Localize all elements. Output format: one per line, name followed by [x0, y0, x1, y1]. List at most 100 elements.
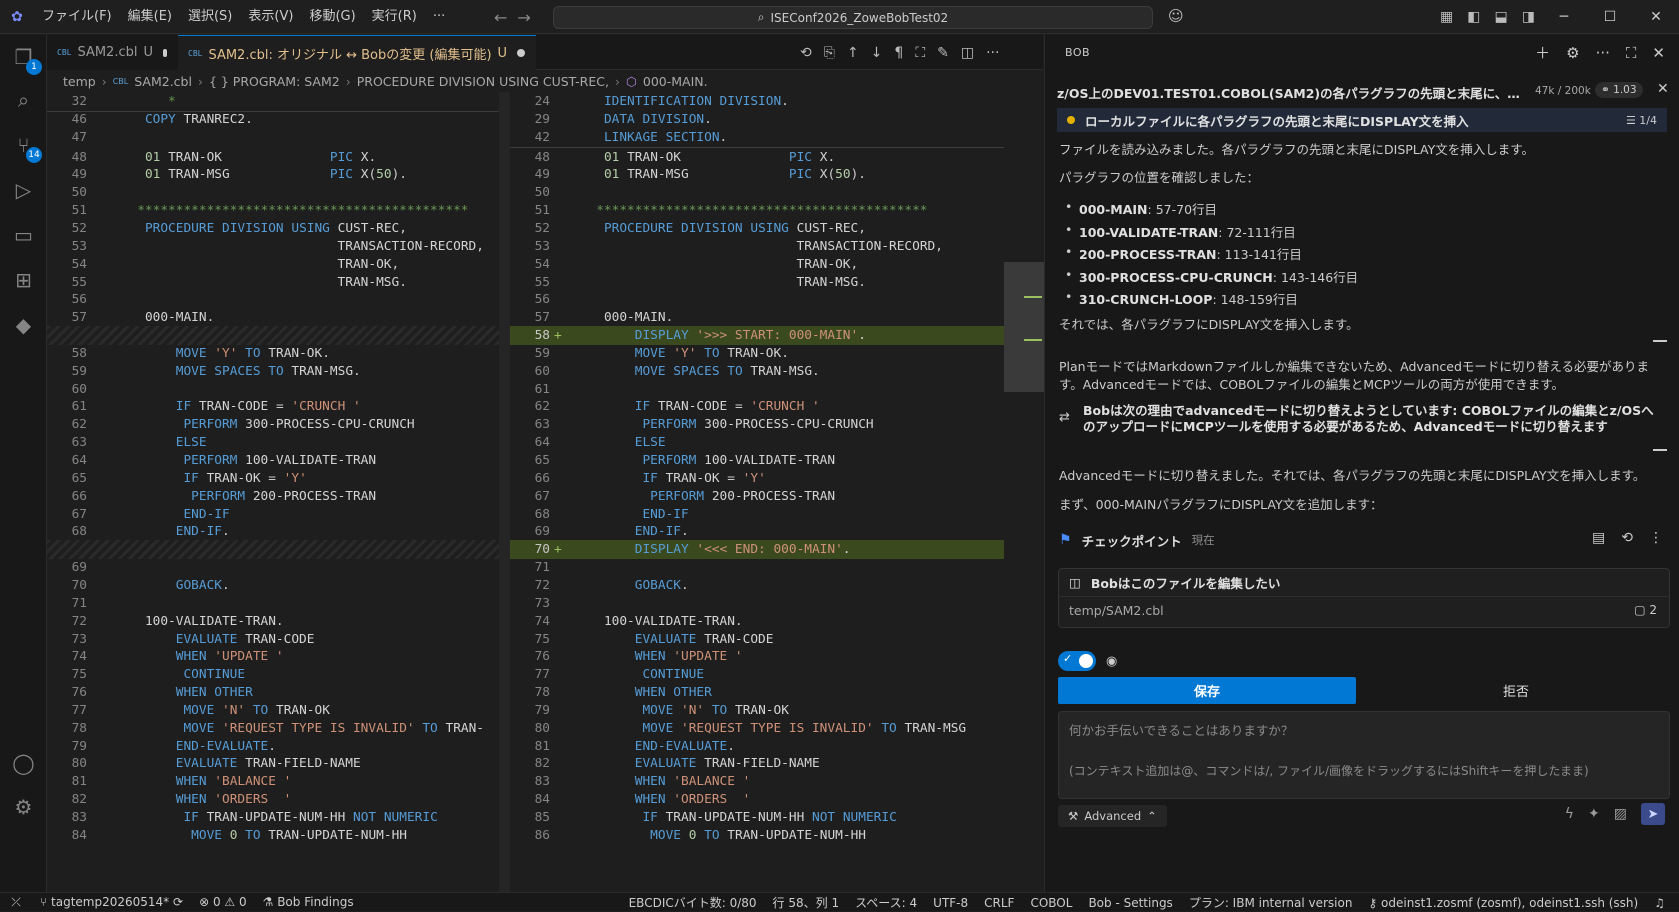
code-line[interactable]: 74 100-VALIDATE-TRAN. [510, 612, 1004, 631]
code-line[interactable]: 64 PERFORM 100-VALIDATE-TRAN [47, 451, 499, 470]
code-line[interactable]: 74 WHEN 'UPDATE ' [47, 647, 499, 666]
connection-status[interactable]: ⚷ odeinst1.zosmf (zosmf), odeinst1.ssh (… [1360, 896, 1646, 910]
code-line[interactable]: 57 000-MAIN. [510, 308, 1004, 327]
code-line[interactable]: 69 END-IF. [510, 522, 1004, 541]
code-line[interactable]: 49 01 TRAN-MSG PIC X(50). [47, 165, 499, 184]
notifications-bell-icon[interactable]: ♫ [1646, 896, 1673, 910]
whitespace-icon[interactable]: ¶ [894, 45, 903, 61]
code-line[interactable]: 82 WHEN 'ORDERS ' [47, 790, 499, 809]
code-line[interactable]: 47 [47, 128, 499, 147]
code-line[interactable] [47, 326, 499, 346]
code-line[interactable]: 55 TRAN-MSG. [510, 273, 1004, 292]
explorer-icon[interactable]: ❐ 1 [0, 37, 47, 77]
map-icon[interactable]: ⛶ [915, 45, 925, 61]
command-center-search[interactable]: ⌕ ISEConf2026_ZoweBobTest02 [553, 6, 1153, 29]
code-line[interactable]: 24 IDENTIFICATION DIVISION. [510, 92, 1004, 111]
code-line[interactable]: 52 PROCEDURE DIVISION USING CUST-REC, [510, 219, 1004, 238]
open-file-icon[interactable]: ⎘ [824, 45, 835, 61]
previous-change-icon[interactable]: ↑ [847, 45, 859, 61]
code-line[interactable]: 75 CONTINUE [47, 665, 499, 684]
menu-more[interactable]: ··· [425, 0, 453, 34]
code-line[interactable]: 62 IF TRAN-CODE = 'CRUNCH ' [510, 397, 1004, 416]
customize-layout-icon[interactable]: ▦ [1440, 9, 1453, 25]
language-status[interactable]: COBOL [1022, 896, 1080, 910]
maximize-panel-icon[interactable]: ⛶ [1626, 44, 1637, 62]
breadcrumb-item[interactable]: PROCEDURE DIVISION USING CUST-REC, [357, 74, 609, 89]
code-line[interactable]: 84 MOVE 0 TO TRAN-UPDATE-NUM-HH [47, 826, 499, 845]
breadcrumb-item[interactable]: { } PROGRAM: SAM2 [209, 74, 340, 89]
minimap-slider[interactable] [1004, 262, 1044, 392]
more-actions-icon[interactable]: ··· [986, 45, 999, 61]
code-line[interactable]: 62 PERFORM 300-PROCESS-CPU-CRUNCH [47, 415, 499, 434]
code-line[interactable]: 50 [510, 183, 1004, 202]
code-line[interactable]: 64 ELSE [510, 433, 1004, 452]
code-line[interactable]: 53 TRANSACTION-RECORD, [510, 237, 1004, 256]
minimap[interactable] [1004, 92, 1044, 892]
code-line[interactable]: 48 01 TRAN-OK PIC X. [510, 148, 1004, 167]
code-line[interactable]: 63 ELSE [47, 433, 499, 452]
code-line[interactable]: 60 [47, 380, 499, 399]
code-line[interactable]: 46 COPY TRANREC2. [47, 110, 499, 129]
code-line[interactable]: 55 TRAN-MSG. [47, 273, 499, 292]
code-line[interactable]: 65 PERFORM 100-VALIDATE-TRAN [510, 451, 1004, 470]
code-line[interactable]: 61 IF TRAN-CODE = 'CRUNCH ' [47, 397, 499, 416]
code-line[interactable]: 58 MOVE 'Y' TO TRAN-OK. [47, 344, 499, 363]
code-line[interactable]: 69 [47, 558, 499, 577]
code-line[interactable]: 84 WHEN 'ORDERS ' [510, 790, 1004, 809]
menu-go[interactable]: 移動(G) [301, 0, 363, 34]
file-edit-path[interactable]: temp/SAM2.cbl [1069, 603, 1164, 618]
indent-status[interactable]: スペース: 4 [847, 894, 925, 911]
code-line[interactable]: 53 TRANSACTION-RECORD, [47, 237, 499, 256]
code-line[interactable]: 59 MOVE 'Y' TO TRAN-OK. [510, 344, 1004, 363]
split-editor-icon[interactable]: ◫ [961, 45, 974, 61]
remote-indicator-icon[interactable]: ⤫ [0, 893, 32, 912]
save-button[interactable]: 保存 [1058, 677, 1356, 704]
code-line[interactable]: 51 *************************************… [510, 201, 1004, 220]
code-line[interactable]: 72 100-VALIDATE-TRAN. [47, 612, 499, 631]
menu-run[interactable]: 実行(R) [364, 0, 425, 34]
minimize-icon[interactable]: ─ [1541, 0, 1587, 34]
search-sidebar-icon[interactable]: ⌕ [0, 80, 47, 120]
code-line[interactable]: 67 PERFORM 200-PROCESS-TRAN [510, 487, 1004, 506]
code-line[interactable]: 83 WHEN 'BALANCE ' [510, 772, 1004, 791]
code-line[interactable]: 63 PERFORM 300-PROCESS-CPU-CRUNCH [510, 415, 1004, 434]
code-line[interactable]: 57 000-MAIN. [47, 308, 499, 327]
run-debug-icon[interactable]: ▷ [0, 170, 47, 210]
code-line[interactable]: 56 [510, 290, 1004, 309]
toggle-secondary-sidebar-icon[interactable]: ◨ [1522, 9, 1535, 25]
chat-input[interactable]: 何かお手伝いできることはありますか？ (コンテキスト追加は@、コマンドは/, フ… [1058, 711, 1670, 799]
send-icon[interactable]: ➤ [1641, 803, 1665, 825]
code-line[interactable]: 66 IF TRAN-OK = 'Y' [510, 469, 1004, 488]
original-code-pane[interactable]: 32 * 46 COPY TRANREC2. 47 48 01 TRAN-OK PIC… [47, 92, 499, 892]
add-image-icon[interactable]: ▨ [1614, 806, 1627, 822]
code-line[interactable]: 70 GOBACK. [47, 576, 499, 595]
magic-wand-icon[interactable]: ✎ [937, 45, 949, 61]
accounts-icon[interactable]: ◯ [0, 743, 47, 783]
auto-approve-toggle[interactable]: ✓ [1058, 651, 1096, 671]
code-line[interactable]: 65 IF TRAN-OK = 'Y' [47, 469, 499, 488]
modified-code-pane[interactable]: 24 IDENTIFICATION DIVISION. 29 DATA DIVIS… [510, 92, 1004, 892]
code-line[interactable]: 79 MOVE 'N' TO TRAN-OK [510, 701, 1004, 720]
chat-more-icon[interactable]: ··· [1596, 44, 1610, 62]
code-line[interactable]: 73 [510, 594, 1004, 613]
todo-progress-bar[interactable]: ローカルファイルに各パラグラフの先頭と末尾にDISPLAY文を挿入 ☰ 1/4 [1057, 108, 1667, 132]
code-line[interactable]: 56 [47, 290, 499, 309]
source-control-icon[interactable]: ⑂ 14 [0, 125, 47, 165]
close-panel-icon[interactable]: ✕ [1652, 44, 1665, 62]
code-line[interactable]: 76 WHEN OTHER [47, 683, 499, 702]
new-task-plus-icon[interactable]: ＋ [1535, 42, 1550, 63]
code-line[interactable]: 70 + DISPLAY '<<< END: 000-MAIN'. [510, 540, 1004, 560]
code-line[interactable] [47, 540, 499, 560]
maximize-icon[interactable]: ☐ [1587, 0, 1633, 34]
remote-explorer-icon[interactable]: ▭ [0, 215, 47, 255]
code-line[interactable]: 80 MOVE 'REQUEST TYPE IS INVALID' TO TRA… [510, 719, 1004, 738]
view-diff-icon[interactable]: ▤ [1592, 530, 1605, 546]
code-line[interactable]: 42 LINKAGE SECTION. [510, 128, 1004, 147]
code-line[interactable]: 78 MOVE 'REQUEST TYPE IS INVALID' TO TRA… [47, 719, 499, 738]
restore-checkpoint-icon[interactable]: ⟲ [1621, 530, 1633, 546]
code-line[interactable]: 68 END-IF. [47, 522, 499, 541]
code-line[interactable]: 86 MOVE 0 TO TRAN-UPDATE-NUM-HH [510, 826, 1004, 845]
breadcrumb-item[interactable]: temp [63, 74, 96, 89]
code-line[interactable]: 76 WHEN 'UPDATE ' [510, 647, 1004, 666]
assistant-icon[interactable]: ☺ [1168, 7, 1184, 25]
